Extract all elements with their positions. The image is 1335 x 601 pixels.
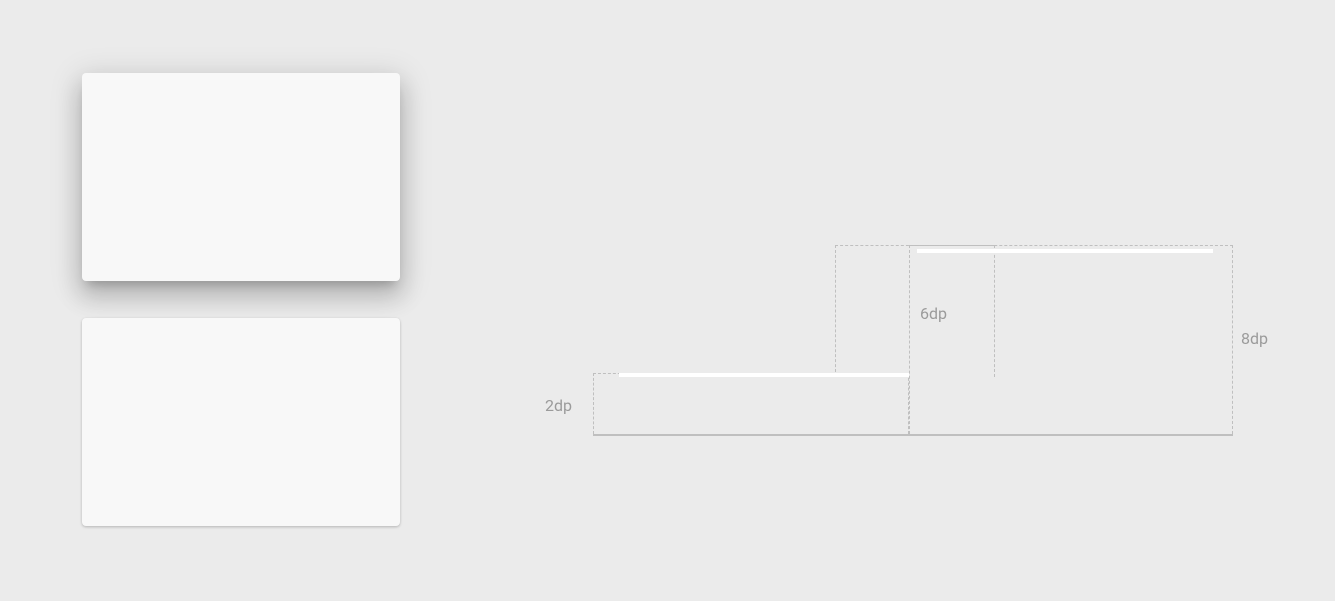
elevation-label-2dp: 2dp <box>545 398 572 414</box>
elevation-label-6dp: 6dp <box>920 306 947 322</box>
elevation-label-8dp: 8dp <box>1241 331 1268 347</box>
elevation-outline-8dp <box>909 245 1233 434</box>
elevation-surface-6dp <box>917 249 1213 253</box>
elevation-diagram: 2dp 6dp 8dp <box>545 245 1285 445</box>
elevation-outline-2dp <box>593 373 909 434</box>
elevation-surface-2dp <box>619 373 909 377</box>
elevation-card-high <box>82 73 400 281</box>
elevation-card-low <box>82 318 400 526</box>
baseline-surface <box>593 434 1233 436</box>
